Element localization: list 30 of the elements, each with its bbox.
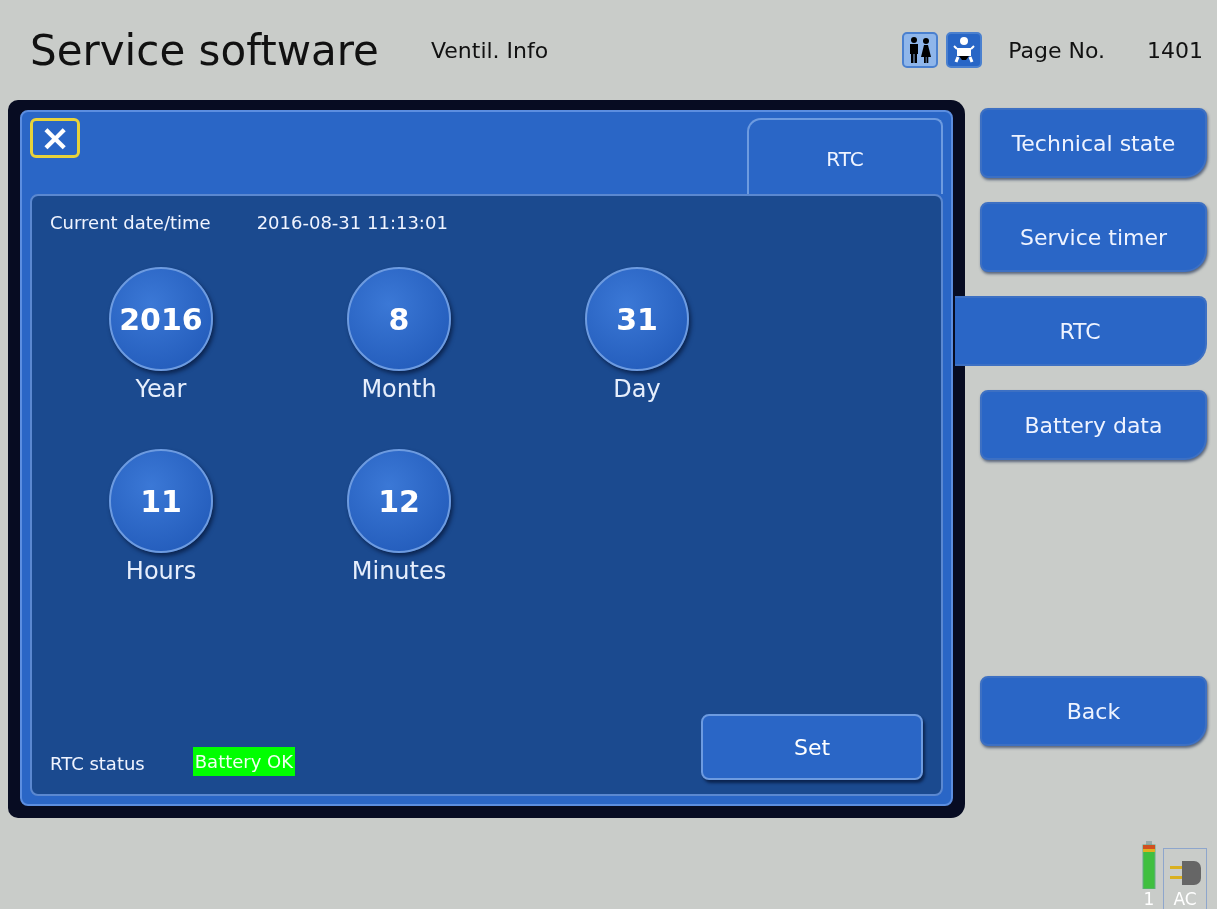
back-button[interactable]: Back (980, 676, 1207, 746)
dial-button[interactable]: 12 (347, 449, 451, 553)
patient-mode-button[interactable] (946, 32, 983, 68)
sidebar-tab[interactable]: Technical state (980, 108, 1207, 178)
rtc-status-value: Battery OK (192, 747, 296, 776)
baby-icon (952, 36, 977, 64)
battery-icon (1141, 841, 1157, 889)
dial-button[interactable]: 31 (585, 267, 689, 371)
rtc-status-label: RTC status (50, 753, 145, 774)
current-datetime-value: 2016-08-31 11:13:01 (256, 212, 448, 233)
page-label: Page No. (1008, 37, 1105, 63)
dial-button[interactable]: 2016 (109, 267, 213, 371)
patient-mode-button[interactable] (902, 32, 939, 68)
panel-tab[interactable]: RTC (747, 118, 943, 194)
app-title: Service software (30, 25, 379, 75)
dial-label: Minutes (351, 557, 447, 585)
set-button[interactable]: Set (701, 714, 923, 780)
sidebar-tab[interactable]: RTC (955, 296, 1207, 366)
dial-label: Month (361, 375, 437, 403)
dial-button[interactable]: 11 (109, 449, 213, 553)
current-datetime-label: Current date/time (50, 212, 211, 233)
sidebar-tab[interactable]: Service timer (980, 202, 1207, 272)
dial-label: Year (135, 375, 187, 403)
dial-label: Hours (125, 557, 197, 585)
dial-button[interactable]: 8 (347, 267, 451, 371)
dial-label: Day (613, 375, 661, 403)
page-number: 1401 (1147, 37, 1203, 63)
screen-subtitle: Ventil. Info (430, 37, 549, 63)
close-button[interactable]: × (30, 118, 80, 158)
sidebar-tab[interactable]: Battery data (980, 390, 1207, 460)
